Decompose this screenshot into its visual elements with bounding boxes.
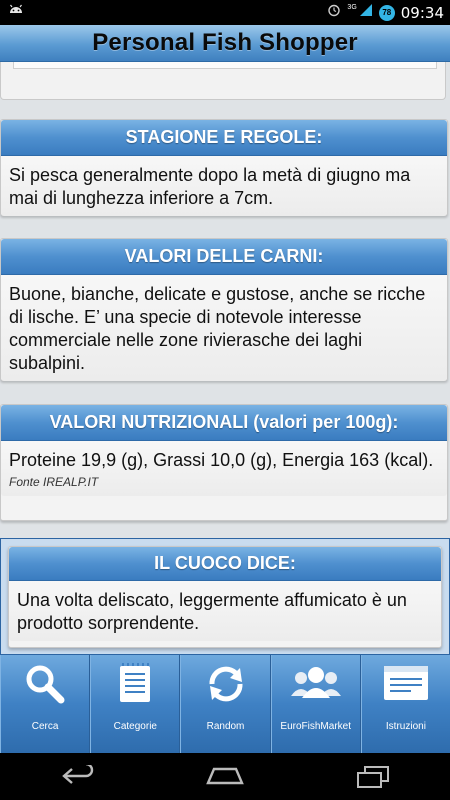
scroll-content[interactable]: STAGIONE E REGOLE: Si pesca generalmente…: [0, 62, 450, 655]
signal-icon: [359, 3, 373, 22]
section-title: VALORI NUTRIZIONALI (valori per 100g):: [49, 412, 399, 432]
section-body: Buone, bianche, delicate e gustose, anch…: [1, 275, 447, 381]
section-cuoco-highlight[interactable]: IL CUOCO DICE: Una volta deliscato, legg…: [0, 538, 450, 655]
bottom-tab-bar: Cerca Categorie Random EuroFishMarket Is…: [0, 655, 450, 753]
page-title: Personal Fish Shopper: [92, 29, 358, 56]
tab-istruzioni[interactable]: Istruzioni: [360, 655, 450, 753]
previous-card: [0, 62, 446, 100]
back-icon[interactable]: [60, 762, 96, 792]
tab-random[interactable]: Random: [180, 655, 271, 753]
section-title: IL CUOCO DICE:: [154, 553, 296, 573]
search-icon: [23, 661, 67, 707]
tab-label: Random: [206, 721, 245, 732]
instructions-icon: [381, 661, 431, 707]
tab-categorie[interactable]: Categorie: [90, 655, 181, 753]
section-body-wrapper: Proteine 19,9 (g), Grassi 10,0 (g), Ener…: [1, 441, 447, 496]
section-stagione: STAGIONE E REGOLE: Si pesca generalmente…: [0, 119, 448, 216]
tab-label: Istruzioni: [385, 721, 426, 732]
system-nav-bar: [0, 753, 450, 800]
tab-label: Cerca: [31, 721, 59, 732]
recent-apps-icon[interactable]: [356, 765, 390, 794]
section-cuoco: IL CUOCO DICE: Una volta deliscato, legg…: [8, 546, 442, 648]
tab-label: Categorie: [113, 721, 157, 732]
android-icon: [8, 4, 24, 23]
status-bar: 3G 78 09:34: [0, 0, 450, 25]
section-body: Proteine 19,9 (g), Grassi 10,0 (g), Ener…: [9, 450, 434, 470]
battery-level: 78: [382, 8, 392, 17]
source-note: Fonte IREALP.IT: [9, 475, 99, 489]
refresh-icon: [204, 661, 248, 707]
home-icon[interactable]: [206, 765, 244, 792]
section-title: STAGIONE E REGOLE:: [125, 127, 323, 147]
tab-cerca[interactable]: Cerca: [0, 655, 91, 753]
section-header: VALORI DELLE CARNI:: [1, 239, 447, 275]
alarm-icon: [327, 3, 341, 22]
clock: 09:34: [400, 3, 444, 22]
section-carni: VALORI DELLE CARNI: Buone, bianche, deli…: [0, 238, 448, 381]
tab-eurofishmarket[interactable]: EuroFishMarket: [270, 655, 361, 753]
battery-icon: 78: [378, 4, 395, 21]
list-icon: [117, 661, 153, 707]
section-header: STAGIONE E REGOLE:: [1, 120, 447, 156]
tab-label: EuroFishMarket: [280, 721, 351, 732]
section-body: Una volta deliscato, leggermente affumic…: [9, 581, 441, 641]
section-header: VALORI NUTRIZIONALI (valori per 100g):: [1, 405, 447, 441]
app-title-bar: Personal Fish Shopper: [0, 25, 450, 62]
network-type: 3G: [347, 4, 357, 11]
section-body: Si pesca generalmente dopo la metà di gi…: [1, 156, 447, 216]
previous-card-inner: [13, 62, 437, 69]
section-nutrizionali: VALORI NUTRIZIONALI (valori per 100g): P…: [0, 404, 448, 521]
users-icon: [289, 661, 343, 707]
section-title: VALORI DELLE CARNI:: [124, 246, 324, 266]
section-header: IL CUOCO DICE:: [9, 547, 441, 581]
